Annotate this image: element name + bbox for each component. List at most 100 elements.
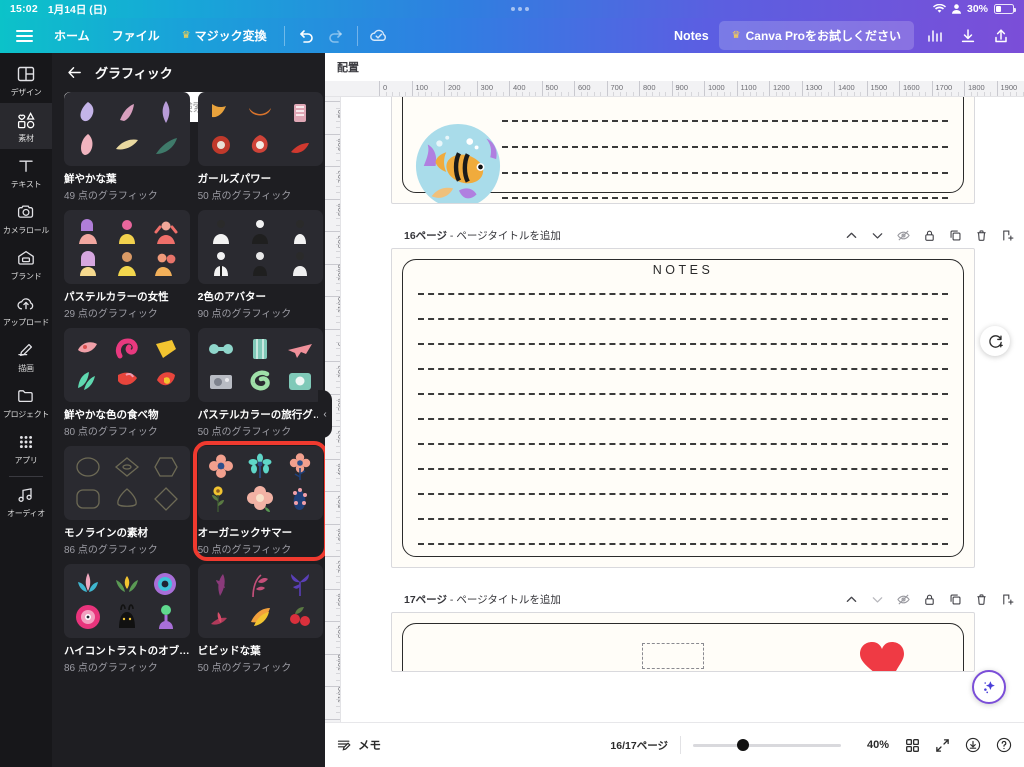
ruler-tick: 300 xyxy=(476,81,493,96)
sidebar-item-elements[interactable]: 素材 xyxy=(0,103,52,149)
download-icon[interactable] xyxy=(953,23,983,49)
ruler-minor-tick xyxy=(336,445,340,447)
page-title-16[interactable]: 16ページ - ページタイトルを追加 xyxy=(404,228,561,243)
add-page-icon[interactable] xyxy=(1001,229,1014,242)
bar-chart-icon[interactable] xyxy=(920,23,950,49)
expand-icon[interactable] xyxy=(935,738,950,753)
lock-page-icon[interactable] xyxy=(923,593,936,606)
duplicate-page-icon[interactable] xyxy=(949,593,962,606)
sidebar-item-audio[interactable]: オーディオ xyxy=(0,478,52,524)
add-page-icon[interactable] xyxy=(1001,593,1014,606)
user-icon xyxy=(951,4,961,14)
magic-assistant-button[interactable] xyxy=(972,670,1006,704)
sidebar-item-draw[interactable]: 描画 xyxy=(0,333,52,379)
duplicate-page-icon[interactable] xyxy=(949,229,962,242)
sidebar-item-text[interactable]: テキスト xyxy=(0,149,52,195)
memo-icon xyxy=(337,738,352,753)
redo-icon[interactable] xyxy=(321,23,351,49)
card-title: 鮮やかな葉 xyxy=(64,173,117,185)
graphics-card[interactable]: ガールズパワー 50 点のグラフィック xyxy=(197,92,324,202)
dashed-line xyxy=(418,493,948,495)
bottom-divider xyxy=(680,736,681,754)
zoom-slider-knob[interactable] xyxy=(737,739,749,751)
graphics-card-organic-summer[interactable]: オーガニックサマー 50 点のグラフィック xyxy=(192,441,325,561)
move-down-icon[interactable] xyxy=(871,229,884,242)
move-up-icon[interactable] xyxy=(845,229,858,242)
sidebar-item-upload[interactable]: アップロード xyxy=(0,287,52,333)
ruler-tick: 200 xyxy=(444,81,461,96)
hide-page-icon[interactable] xyxy=(897,229,910,242)
memo-button[interactable]: メモ xyxy=(337,737,381,753)
notes-heading[interactable]: NOTES xyxy=(392,263,974,277)
ruler-minor-tick xyxy=(336,283,340,284)
delete-page-icon[interactable] xyxy=(975,593,988,606)
graphics-card[interactable]: ビビッドな葉 50 点のグラフィック xyxy=(197,564,324,674)
download-circle-icon[interactable] xyxy=(965,737,981,753)
hide-page-icon[interactable] xyxy=(897,593,910,606)
canvas-scroll-area[interactable]: 16ページ - ページタイトルを追加 NOTES 17ページ - ページタイトル… xyxy=(342,97,1024,722)
sidebar-item-brand[interactable]: ブランド xyxy=(0,241,52,287)
sidebar-item-label-apps: アプリ xyxy=(14,456,38,465)
panel-collapse-handle[interactable]: ‹ xyxy=(318,390,332,438)
ruler-minor-tick xyxy=(336,179,340,180)
layout-icon xyxy=(16,64,36,84)
sidebar-item-label-audio: オーディオ xyxy=(7,509,45,518)
sidebar-item-projects[interactable]: プロジェクト xyxy=(0,379,52,425)
graphics-card[interactable]: モノラインの素材 86 点のグラフィック xyxy=(64,446,190,556)
sidebar-item-design[interactable]: デザイン xyxy=(0,57,52,103)
graphics-card[interactable]: パステルカラーの旅行グ… 50 点のグラフィック xyxy=(197,328,324,438)
graphics-card[interactable]: 2色のアバター 90 点のグラフィック xyxy=(197,210,324,320)
graphics-card[interactable]: ハイコントラストのオブ… 86 点のグラフィック xyxy=(64,564,190,674)
home-button[interactable]: ホーム xyxy=(43,22,101,49)
regenerate-button[interactable] xyxy=(980,326,1010,356)
dashed-line xyxy=(418,343,948,345)
ruler-minor-tick xyxy=(336,627,340,629)
dashed-line xyxy=(418,518,948,520)
zoom-slider[interactable] xyxy=(693,739,841,751)
zoom-value[interactable]: 40% xyxy=(855,739,889,751)
ruler-minor-tick xyxy=(336,569,340,570)
page-title-17[interactable]: 17ページ - ページタイトルを追加 xyxy=(404,592,561,607)
graphics-card[interactable]: 鮮やかな葉 49 点のグラフィック xyxy=(64,92,190,202)
page-indicator[interactable]: 16/17ページ xyxy=(610,738,668,753)
share-icon[interactable] xyxy=(986,23,1016,49)
undo-icon[interactable] xyxy=(291,23,321,49)
magic-convert-button[interactable]: ♛ マジック変換 xyxy=(171,22,278,49)
dashed-line xyxy=(502,120,948,122)
ruler-minor-tick xyxy=(336,341,340,343)
sidebar-item-apps[interactable]: アプリ xyxy=(0,425,52,471)
ruler-minor-tick xyxy=(336,432,340,434)
move-down-icon xyxy=(871,593,884,606)
graphics-card[interactable]: 鮮やかな色の食べ物 80 点のグラフィック xyxy=(64,328,190,438)
delete-page-icon[interactable] xyxy=(975,229,988,242)
graphics-card[interactable]: パステルカラーの女性 29 点のグラフィック xyxy=(64,210,190,320)
pro-label: Canva Proをお試しください xyxy=(745,29,901,43)
dashed-line xyxy=(502,146,948,148)
horizontal-ruler[interactable]: 0 100 200 300 400 500 600 700 800 900 1000 1100 1200… xyxy=(325,81,1024,97)
help-circle-icon[interactable] xyxy=(996,737,1012,753)
back-arrow-icon[interactable] xyxy=(66,64,83,81)
top-toolbar: ホーム ファイル ♛ マジック変換 Notes ♛ Canva Proをお試しく… xyxy=(0,18,1024,53)
move-up-icon[interactable] xyxy=(845,593,858,606)
grid-view-icon[interactable] xyxy=(905,738,920,753)
file-button[interactable]: ファイル xyxy=(101,22,171,49)
hamburger-icon[interactable] xyxy=(4,24,43,48)
ruler-minor-tick xyxy=(336,640,340,642)
ruler-minor-tick xyxy=(336,244,340,245)
page-sheet-16[interactable]: NOTES xyxy=(391,248,975,568)
document-title[interactable]: Notes xyxy=(674,29,709,43)
card-title: モノラインの素材 xyxy=(64,527,148,539)
heart-shape[interactable] xyxy=(850,641,918,671)
sidebar-item-camera-roll[interactable]: カメラロール xyxy=(0,195,52,241)
page-sheet-17[interactable] xyxy=(391,612,975,672)
try-canva-pro-button[interactable]: ♛ Canva Proをお試しください xyxy=(718,21,914,50)
page-sheet-15[interactable] xyxy=(391,97,975,204)
page-actions-16 xyxy=(845,229,1014,242)
page-title-hint-17: ページタイトルを追加 xyxy=(456,593,561,606)
magic-sparkle-icon xyxy=(980,678,998,696)
ruler-tick: 1600 xyxy=(899,81,920,96)
cloud-check-icon[interactable] xyxy=(364,23,394,49)
ruler-tick: 400 xyxy=(509,81,526,96)
lock-page-icon[interactable] xyxy=(923,229,936,242)
fish-illustration[interactable] xyxy=(414,122,502,203)
